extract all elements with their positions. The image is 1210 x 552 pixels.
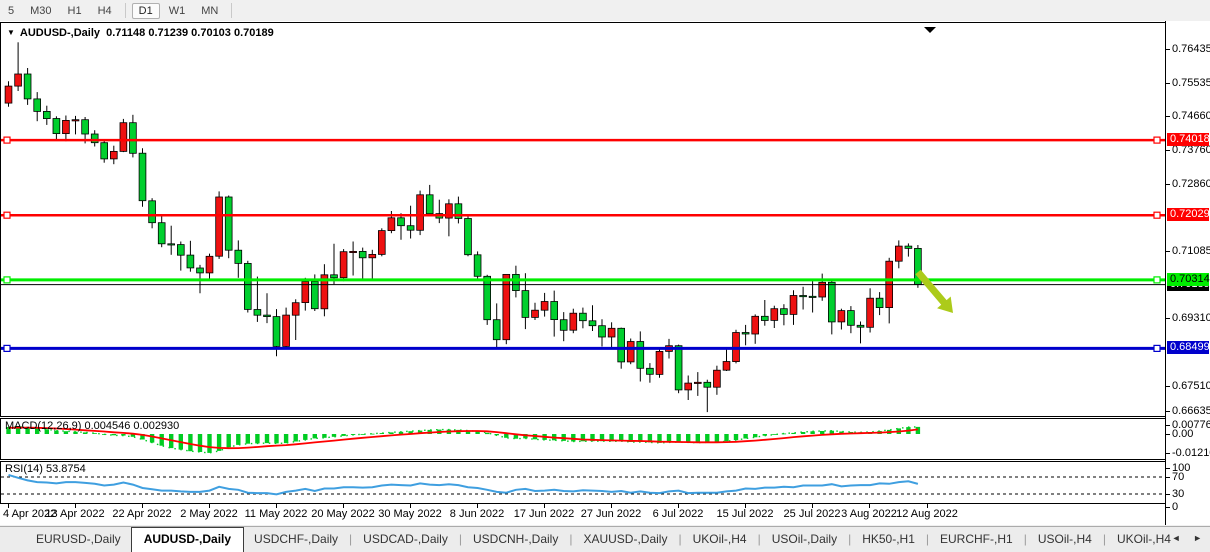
rsi-indicator-panel[interactable]: RSI(14) 53.8754 xyxy=(0,461,1166,504)
date-axis-label: 30 May 2022 xyxy=(378,508,442,520)
axis-tick xyxy=(1166,468,1170,469)
chart-region: ▼ AUDUSD-,Daily 0.71148 0.71239 0.70103 0… xyxy=(0,21,1210,525)
rsi-canvas xyxy=(1,462,1165,503)
tab-audusd-daily[interactable]: AUDUSD-,Daily xyxy=(131,527,244,552)
line-handle[interactable] xyxy=(1154,137,1160,143)
rsi-label: RSI(14) 53.8754 xyxy=(5,463,86,475)
line-handle[interactable] xyxy=(4,277,10,283)
chart-title: ▼ AUDUSD-,Daily 0.71148 0.71239 0.70103 0… xyxy=(7,27,274,39)
tab-scroll-arrows: ◄ ► xyxy=(1162,533,1202,543)
rsi-axis-label: 0 xyxy=(1172,501,1178,513)
price-axis-label: 0.72860 xyxy=(1172,178,1210,190)
tab-usdcnh-daily[interactable]: USDCNH-,Daily xyxy=(463,527,568,552)
timeframe-button-m30[interactable]: M30 xyxy=(23,3,58,19)
axis-tick xyxy=(1166,318,1170,319)
axis-tick xyxy=(1166,150,1170,151)
price-axis-label: 0.75535 xyxy=(1172,77,1210,89)
price-line-badge: 0.68499 xyxy=(1167,341,1209,354)
price-axis-label: 0.66635 xyxy=(1172,405,1210,417)
price-axis-label: 0.69310 xyxy=(1172,312,1210,324)
chart-title-symbol: AUDUSD-,Daily xyxy=(20,27,100,39)
toolbar-divider xyxy=(125,3,126,18)
line-handle[interactable] xyxy=(4,137,10,143)
tab-usoil-h4[interactable]: USOil-,H4 xyxy=(1028,527,1102,552)
symbol-tab-bar: EURUSD-,DailyAUDUSD-,DailyUSDCHF-,Daily|… xyxy=(0,526,1210,552)
price-axis-label: 0.76435 xyxy=(1172,43,1210,55)
axis-tick xyxy=(1166,507,1170,508)
timeframe-button-w1[interactable]: W1 xyxy=(162,3,193,19)
macd-indicator-panel[interactable]: MACD(12,26,9) 0.004546 0.002930 xyxy=(0,418,1166,460)
tab-usdcad-daily[interactable]: USDCAD-,Daily xyxy=(353,527,458,552)
date-axis-label: 25 Jul 2022 xyxy=(784,508,841,520)
date-axis-label: 15 Jul 2022 xyxy=(717,508,774,520)
candlesticks xyxy=(5,42,921,412)
axis-tick xyxy=(1166,83,1170,84)
macd-axis-label: -0.012101 xyxy=(1172,447,1210,459)
price-axis-label: 0.71085 xyxy=(1172,245,1210,257)
macd-axis-label: 0.00 xyxy=(1172,428,1193,440)
tab-scroll-right-icon[interactable]: ► xyxy=(1193,533,1202,543)
line-handle[interactable] xyxy=(4,345,10,351)
rsi-line xyxy=(9,475,918,495)
tab-hk50-h1[interactable]: HK50-,H1 xyxy=(852,527,925,552)
date-axis-label: 20 May 2022 xyxy=(311,508,375,520)
price-line-badge: 0.70314 xyxy=(1167,273,1209,286)
timeframe-toolbar: 5M30H1H4 D1W1MN xyxy=(0,0,1210,22)
axis-tick xyxy=(1166,251,1170,252)
down-arrow-annotation[interactable] xyxy=(915,270,953,313)
axis-tick xyxy=(1166,477,1170,478)
price-chart-panel[interactable]: ▼ AUDUSD-,Daily 0.71148 0.71239 0.70103 0… xyxy=(0,22,1166,417)
date-axis-label: 12 Aug 2022 xyxy=(896,508,958,520)
tab-xauusd-daily[interactable]: XAUUSD-,Daily xyxy=(573,527,677,552)
axis-tick xyxy=(1166,453,1170,454)
tab-usoil-daily[interactable]: USOil-,Daily xyxy=(762,527,847,552)
line-handle[interactable] xyxy=(1154,277,1160,283)
date-axis-label: 13 Apr 2022 xyxy=(45,508,104,520)
rsi-axis-label: 30 xyxy=(1172,488,1184,500)
rsi-axis-label: 70 xyxy=(1172,471,1184,483)
tab-scroll-left-icon[interactable]: ◄ xyxy=(1172,533,1181,543)
axis-tick xyxy=(1166,49,1170,50)
axis-tick xyxy=(1166,425,1170,426)
price-line-badge: 0.74018 xyxy=(1167,133,1209,146)
macd-label: MACD(12,26,9) 0.004546 0.002930 xyxy=(5,420,179,432)
symbol-dropdown-icon[interactable]: ▼ xyxy=(7,28,15,37)
scroll-marker-icon[interactable] xyxy=(924,27,936,33)
date-axis-label: 11 May 2022 xyxy=(245,508,308,520)
tab-usdchf-daily[interactable]: USDCHF-,Daily xyxy=(244,527,348,552)
chart-title-ohlc: 0.71148 0.71239 0.70103 0.70189 xyxy=(106,27,274,39)
price-axis-label: 0.67510 xyxy=(1172,380,1210,392)
axis-tick xyxy=(1166,184,1170,185)
timeframe-button-h1[interactable]: H1 xyxy=(61,3,89,19)
date-axis-label: 22 Apr 2022 xyxy=(112,508,171,520)
axis-tick xyxy=(1166,116,1170,117)
line-handle[interactable] xyxy=(1154,345,1160,351)
toolbar-divider xyxy=(231,3,232,18)
timeframe-button-5[interactable]: 5 xyxy=(1,3,21,19)
price-axis-label: 0.74660 xyxy=(1172,110,1210,122)
axis-tick xyxy=(1166,434,1170,435)
price-line-badge: 0.72029 xyxy=(1167,208,1209,221)
timeframe-button-d1[interactable]: D1 xyxy=(132,3,160,19)
axis-tick xyxy=(1166,386,1170,387)
price-axis[interactable]: 0.764350.755350.746600.737600.728600.710… xyxy=(1165,21,1210,525)
date-axis-label: 3 Aug 2022 xyxy=(841,508,897,520)
axis-tick xyxy=(1166,411,1170,412)
price-chart-canvas xyxy=(1,23,1165,416)
date-axis-label: 17 Jun 2022 xyxy=(514,508,575,520)
axis-tick xyxy=(1166,494,1170,495)
timeframe-button-mn[interactable]: MN xyxy=(194,3,225,19)
date-axis[interactable]: 4 Apr 202213 Apr 202222 Apr 20222 May 20… xyxy=(0,504,1166,525)
line-handle[interactable] xyxy=(4,212,10,218)
tab-ukoil-h4[interactable]: UKOil-,H4 xyxy=(683,527,757,552)
tab-eurchf-h1[interactable]: EURCHF-,H1 xyxy=(930,527,1023,552)
tab-eurusd-daily[interactable]: EURUSD-,Daily xyxy=(26,527,131,552)
date-axis-label: 6 Jul 2022 xyxy=(653,508,704,520)
timeframe-button-h4[interactable]: H4 xyxy=(91,3,119,19)
line-handle[interactable] xyxy=(1154,212,1160,218)
date-axis-label: 27 Jun 2022 xyxy=(581,508,642,520)
date-axis-label: 8 Jun 2022 xyxy=(450,508,504,520)
date-axis-label: 2 May 2022 xyxy=(180,508,237,520)
